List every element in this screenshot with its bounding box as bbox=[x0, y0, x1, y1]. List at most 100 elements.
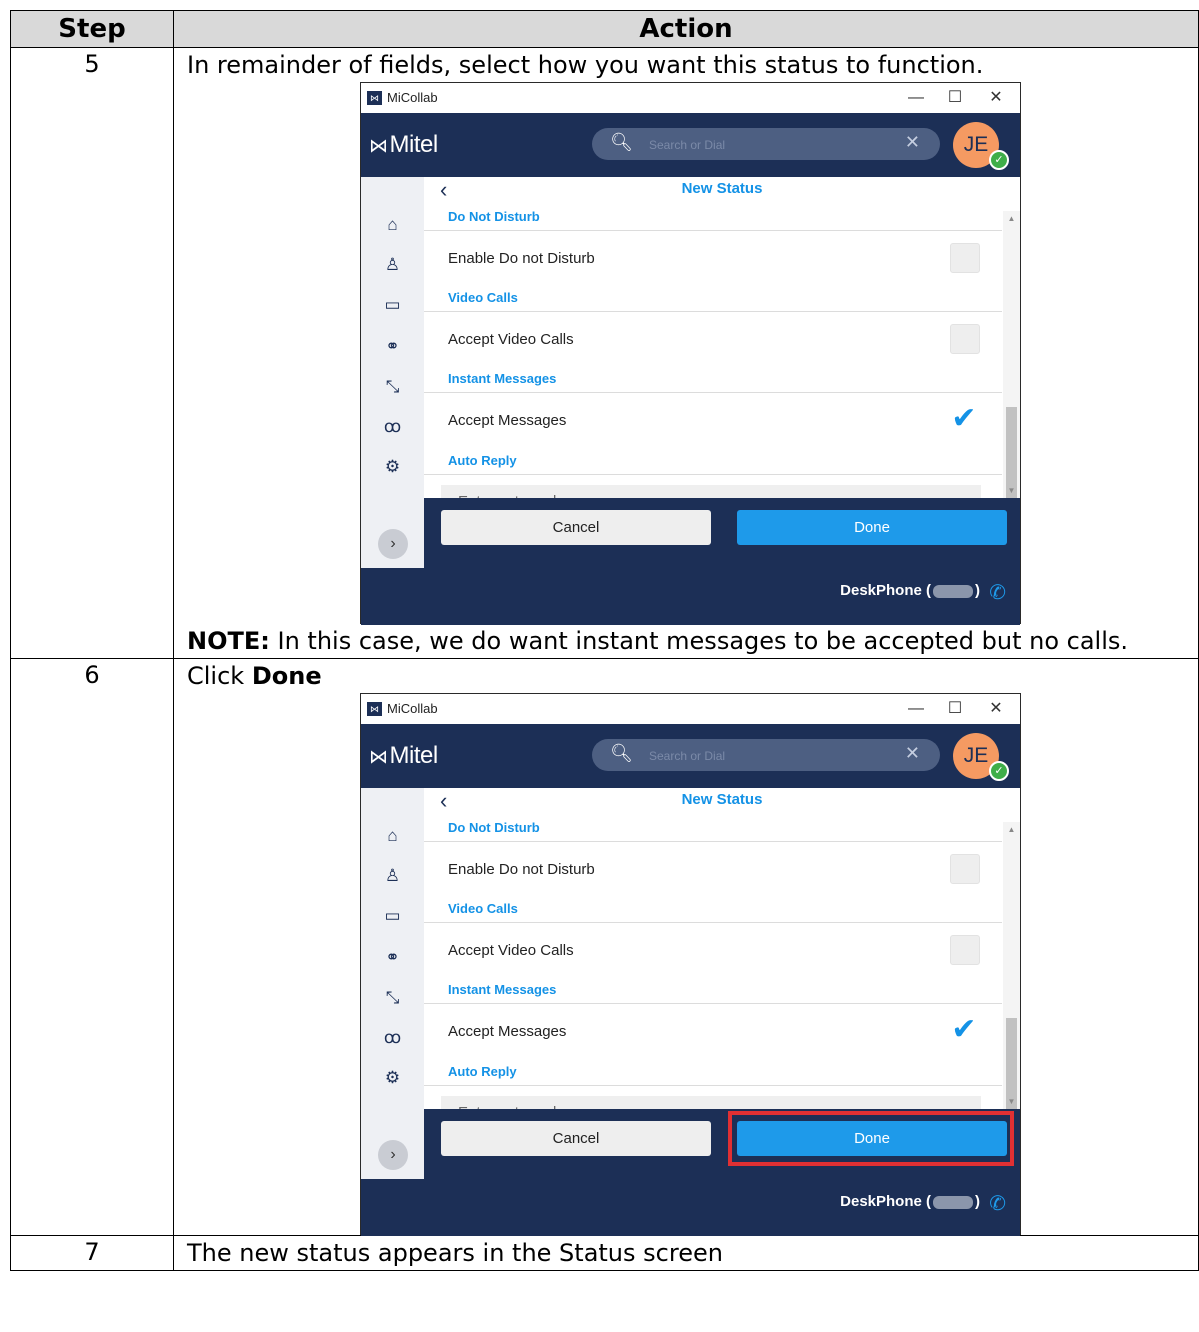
minimize-button[interactable]: — bbox=[896, 86, 936, 110]
section-auto-reply: Auto Reply bbox=[448, 1064, 517, 1079]
scroll-up-icon[interactable]: ▲ bbox=[1003, 214, 1020, 223]
app-header: ⋈Mitel 🔍︎ ✕ JE ✓ bbox=[361, 113, 1020, 177]
app-title: MiCollab bbox=[387, 701, 438, 716]
option-enable-dnd[interactable]: Enable Do not Disturb bbox=[424, 841, 1002, 898]
panel-header: ‹ New Status bbox=[424, 177, 1020, 211]
step-number: 6 bbox=[10, 658, 174, 1236]
step-action: Click Done ⋈ MiCollab — ☐ ✕ ⋈Mitel 🔍︎ ✕ bbox=[173, 658, 1199, 1236]
conference-icon[interactable]: ⚭ bbox=[361, 337, 424, 357]
scroll-down-icon[interactable]: ▼ bbox=[1003, 486, 1020, 495]
accept-messages-checkbox[interactable]: ✔ bbox=[950, 404, 978, 434]
app-logo-icon: ⋈ bbox=[367, 91, 382, 105]
option-label: Accept Messages bbox=[448, 412, 567, 429]
mitel-logo-icon: ⋈ bbox=[369, 747, 388, 768]
section-instant-messages: Instant Messages bbox=[448, 982, 557, 997]
step-text: In remainder of fields, select how you w… bbox=[187, 51, 984, 79]
app-title: MiCollab bbox=[387, 90, 438, 105]
divider bbox=[424, 474, 1002, 475]
expand-nav-button[interactable]: › bbox=[378, 1140, 408, 1170]
app-logo-icon: ⋈ bbox=[367, 702, 382, 716]
search-input[interactable] bbox=[647, 135, 871, 155]
option-label: Accept Messages bbox=[448, 1023, 567, 1040]
voicemail-icon[interactable]: ꝏ bbox=[361, 417, 424, 437]
cancel-button[interactable]: Cancel bbox=[441, 1121, 711, 1156]
step-number: 7 bbox=[10, 1235, 174, 1271]
search-icon: 🔍︎ bbox=[610, 743, 633, 763]
scrollbar[interactable]: ▲ ▼ bbox=[1003, 211, 1020, 509]
action-bar: Cancel Done bbox=[424, 498, 1020, 568]
device-label[interactable]: DeskPhone () bbox=[840, 582, 980, 599]
presence-available-icon: ✓ bbox=[989, 150, 1009, 170]
phone-icon[interactable]: ✆ bbox=[989, 1191, 1006, 1216]
cancel-button[interactable]: Cancel bbox=[441, 510, 711, 545]
page-title: New Status bbox=[681, 791, 763, 808]
maximize-button[interactable]: ☐ bbox=[935, 697, 975, 721]
done-button[interactable]: Done bbox=[737, 510, 1007, 545]
search-box[interactable]: 🔍︎ ✕ bbox=[592, 739, 940, 771]
clear-search-icon[interactable]: ✕ bbox=[905, 743, 920, 764]
new-status-panel: ‹ New Status Do Not Disturb Enable Do no… bbox=[424, 788, 1020, 1128]
search-input[interactable] bbox=[647, 746, 871, 766]
table-row: 6 Click Done ⋈ MiCollab — ☐ ✕ ⋈Mitel 🔍︎ … bbox=[10, 658, 1199, 1236]
step-number: 5 bbox=[10, 47, 174, 659]
settings-icon[interactable]: ⚙ bbox=[361, 457, 424, 477]
app-header: ⋈Mitel 🔍︎ ✕ JE ✓ bbox=[361, 724, 1020, 788]
option-accept-messages[interactable]: Accept Messages ✔ bbox=[424, 392, 1002, 449]
accept-video-checkbox[interactable] bbox=[950, 935, 980, 965]
brand-logo: ⋈Mitel bbox=[369, 742, 438, 770]
close-button[interactable]: ✕ bbox=[976, 697, 1016, 721]
voicemail-icon[interactable]: ꝏ bbox=[361, 1028, 424, 1048]
contacts-icon[interactable]: ♙ bbox=[361, 255, 424, 275]
enable-dnd-checkbox[interactable] bbox=[950, 854, 980, 884]
brand-logo: ⋈Mitel bbox=[369, 131, 438, 159]
call-history-icon[interactable]: ⤡ bbox=[361, 377, 424, 397]
chat-icon[interactable]: ▭ bbox=[361, 906, 424, 926]
minimize-button[interactable]: — bbox=[896, 697, 936, 721]
accept-video-checkbox[interactable] bbox=[950, 324, 980, 354]
table-row: 7 The new status appears in the Status s… bbox=[10, 1235, 1199, 1271]
side-nav: ⌂ ♙ ▭ ⚭ ⤡ ꝏ ⚙ › bbox=[361, 177, 424, 568]
note-text: In this case, we do want instant message… bbox=[269, 627, 1129, 655]
home-icon[interactable]: ⌂ bbox=[361, 215, 424, 235]
settings-icon[interactable]: ⚙ bbox=[361, 1068, 424, 1088]
status-footer: DeskPhone () ✆ bbox=[361, 1179, 1020, 1236]
micollab-window: ⋈ MiCollab — ☐ ✕ ⋈Mitel 🔍︎ ✕ JE ✓ bbox=[360, 693, 1021, 1236]
phone-icon[interactable]: ✆ bbox=[989, 580, 1006, 605]
title-bar: ⋈ MiCollab — ☐ ✕ bbox=[361, 83, 1020, 113]
step-text: The new status appears in the Status scr… bbox=[187, 1239, 723, 1267]
scrollbar[interactable]: ▲ ▼ bbox=[1003, 822, 1020, 1120]
home-icon[interactable]: ⌂ bbox=[361, 826, 424, 846]
option-accept-video[interactable]: Accept Video Calls bbox=[424, 311, 1002, 368]
option-accept-messages[interactable]: Accept Messages ✔ bbox=[424, 1003, 1002, 1060]
search-box[interactable]: 🔍︎ ✕ bbox=[592, 128, 940, 160]
table-row: 5 In remainder of fields, select how you… bbox=[10, 47, 1199, 659]
micollab-window: ⋈ MiCollab — ☐ ✕ ⋈Mitel 🔍︎ ✕ JE ✓ bbox=[360, 82, 1021, 625]
option-label: Accept Video Calls bbox=[448, 331, 574, 348]
scroll-up-icon[interactable]: ▲ bbox=[1003, 825, 1020, 834]
scroll-down-icon[interactable]: ▼ bbox=[1003, 1097, 1020, 1106]
presence-available-icon: ✓ bbox=[989, 761, 1009, 781]
brand-name: Mitel bbox=[389, 131, 439, 158]
option-enable-dnd[interactable]: Enable Do not Disturb bbox=[424, 230, 1002, 287]
new-status-panel: ‹ New Status Do Not Disturb Enable Do no… bbox=[424, 177, 1020, 517]
option-accept-video[interactable]: Accept Video Calls bbox=[424, 922, 1002, 979]
enable-dnd-checkbox[interactable] bbox=[950, 243, 980, 273]
step-action: The new status appears in the Status scr… bbox=[173, 1235, 1199, 1271]
option-label: Accept Video Calls bbox=[448, 942, 574, 959]
accept-messages-checkbox[interactable]: ✔ bbox=[950, 1015, 978, 1045]
call-history-icon[interactable]: ⤡ bbox=[361, 988, 424, 1008]
section-instant-messages: Instant Messages bbox=[448, 371, 557, 386]
brand-name: Mitel bbox=[389, 742, 439, 769]
maximize-button[interactable]: ☐ bbox=[935, 86, 975, 110]
expand-nav-button[interactable]: › bbox=[378, 529, 408, 559]
mitel-logo-icon: ⋈ bbox=[369, 136, 388, 157]
title-bar: ⋈ MiCollab — ☐ ✕ bbox=[361, 694, 1020, 724]
clear-search-icon[interactable]: ✕ bbox=[905, 132, 920, 153]
done-highlight-box bbox=[728, 1111, 1014, 1166]
conference-icon[interactable]: ⚭ bbox=[361, 948, 424, 968]
close-button[interactable]: ✕ bbox=[976, 86, 1016, 110]
action-header: Action bbox=[173, 10, 1199, 48]
contacts-icon[interactable]: ♙ bbox=[361, 866, 424, 886]
device-label[interactable]: DeskPhone () bbox=[840, 1193, 980, 1210]
chat-icon[interactable]: ▭ bbox=[361, 295, 424, 315]
